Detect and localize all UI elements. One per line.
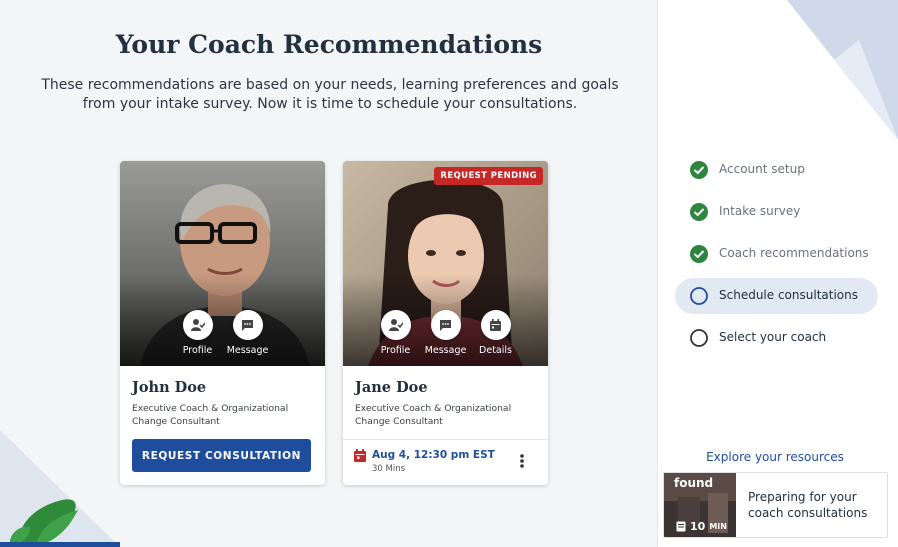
empty-circle-icon <box>690 329 708 347</box>
resource-thumbnail: found 10 MIN <box>664 473 736 537</box>
calendar-icon <box>354 449 366 462</box>
coach-card-jane-doe: REQUEST PENDING Profile Message Details … <box>343 161 548 485</box>
step-label: Coach recommendations <box>719 246 869 260</box>
profile-label: Profile <box>380 345 411 356</box>
details-label: Details <box>479 345 512 356</box>
resource-card[interactable]: found 10 MIN Preparing for your coach co… <box>663 472 888 538</box>
page-description: These recommendations are based on your … <box>41 77 619 112</box>
decorative-leaf-illustration <box>0 430 120 547</box>
coach-photo: Profile Message <box>120 161 325 366</box>
message-icon[interactable] <box>430 310 461 340</box>
empty-circle-icon <box>690 287 708 305</box>
appointment-duration: 30 Mins <box>372 464 406 474</box>
step-label: Account setup <box>719 162 805 176</box>
page-title: Your Coach Recommendations <box>115 30 543 59</box>
coach-photo: REQUEST PENDING Profile Message Details <box>343 161 548 366</box>
step-intake-survey: Intake survey <box>675 194 878 230</box>
message-label: Message <box>424 345 467 356</box>
request-consultation-button[interactable]: REQUEST CONSULTATION <box>132 439 311 472</box>
profile-action[interactable]: Profile <box>182 310 213 356</box>
request-pending-badge: REQUEST PENDING <box>434 167 543 185</box>
coach-card-john-doe: Profile Message John Doe Executive Coach… <box>120 161 325 485</box>
profile-action[interactable]: Profile <box>380 310 411 356</box>
check-circle-icon <box>690 161 708 179</box>
check-circle-icon <box>690 203 708 221</box>
appointment-date: Aug 4, 12:30 pm EST <box>372 449 495 461</box>
more-vert-icon[interactable] <box>519 454 525 468</box>
coach-title: Executive Coach & Organizational Change … <box>132 403 289 427</box>
resource-duration-unit: MIN <box>709 522 727 531</box>
coach-title: Executive Coach & Organizational Change … <box>355 403 512 427</box>
step-select-your-coach: Select your coach <box>675 320 878 356</box>
resource-duration-value: 10 <box>690 520 706 533</box>
explore-resources-link[interactable]: Explore your resources <box>659 450 891 464</box>
step-label: Intake survey <box>719 204 801 218</box>
coach-name: John Doe <box>132 379 207 396</box>
step-label: Schedule consultations <box>719 288 858 302</box>
message-icon[interactable] <box>232 310 263 340</box>
resource-title: Preparing for your coach consultations <box>748 490 868 520</box>
profile-label: Profile <box>182 345 213 356</box>
message-label: Message <box>226 345 269 356</box>
onboarding-steps: Account setup Intake survey Coach recomm… <box>675 152 878 362</box>
progress-sidebar: Account setup Intake survey Coach recomm… <box>659 0 898 547</box>
main-content: Your Coach Recommendations These recomme… <box>0 0 658 547</box>
coach-name: Jane Doe <box>355 379 428 396</box>
step-schedule-consultations: Schedule consultations <box>675 278 878 314</box>
thumb-text: found <box>674 476 713 490</box>
profile-icon[interactable] <box>380 310 411 340</box>
profile-icon[interactable] <box>182 310 213 340</box>
decorative-corner-shape <box>787 0 898 140</box>
step-label: Select your coach <box>719 330 827 344</box>
message-action[interactable]: Message <box>227 310 268 356</box>
step-account-setup: Account setup <box>675 152 878 188</box>
consultation-appointment: Aug 4, 12:30 pm EST 30 Mins <box>343 439 548 485</box>
check-circle-icon <box>690 245 708 263</box>
calendar-icon[interactable] <box>480 310 511 340</box>
book-icon <box>676 521 686 532</box>
details-action[interactable]: Details <box>479 310 512 356</box>
message-action[interactable]: Message <box>425 310 466 356</box>
step-coach-recommendations: Coach recommendations <box>675 236 878 272</box>
resource-duration: 10 MIN <box>676 520 727 533</box>
